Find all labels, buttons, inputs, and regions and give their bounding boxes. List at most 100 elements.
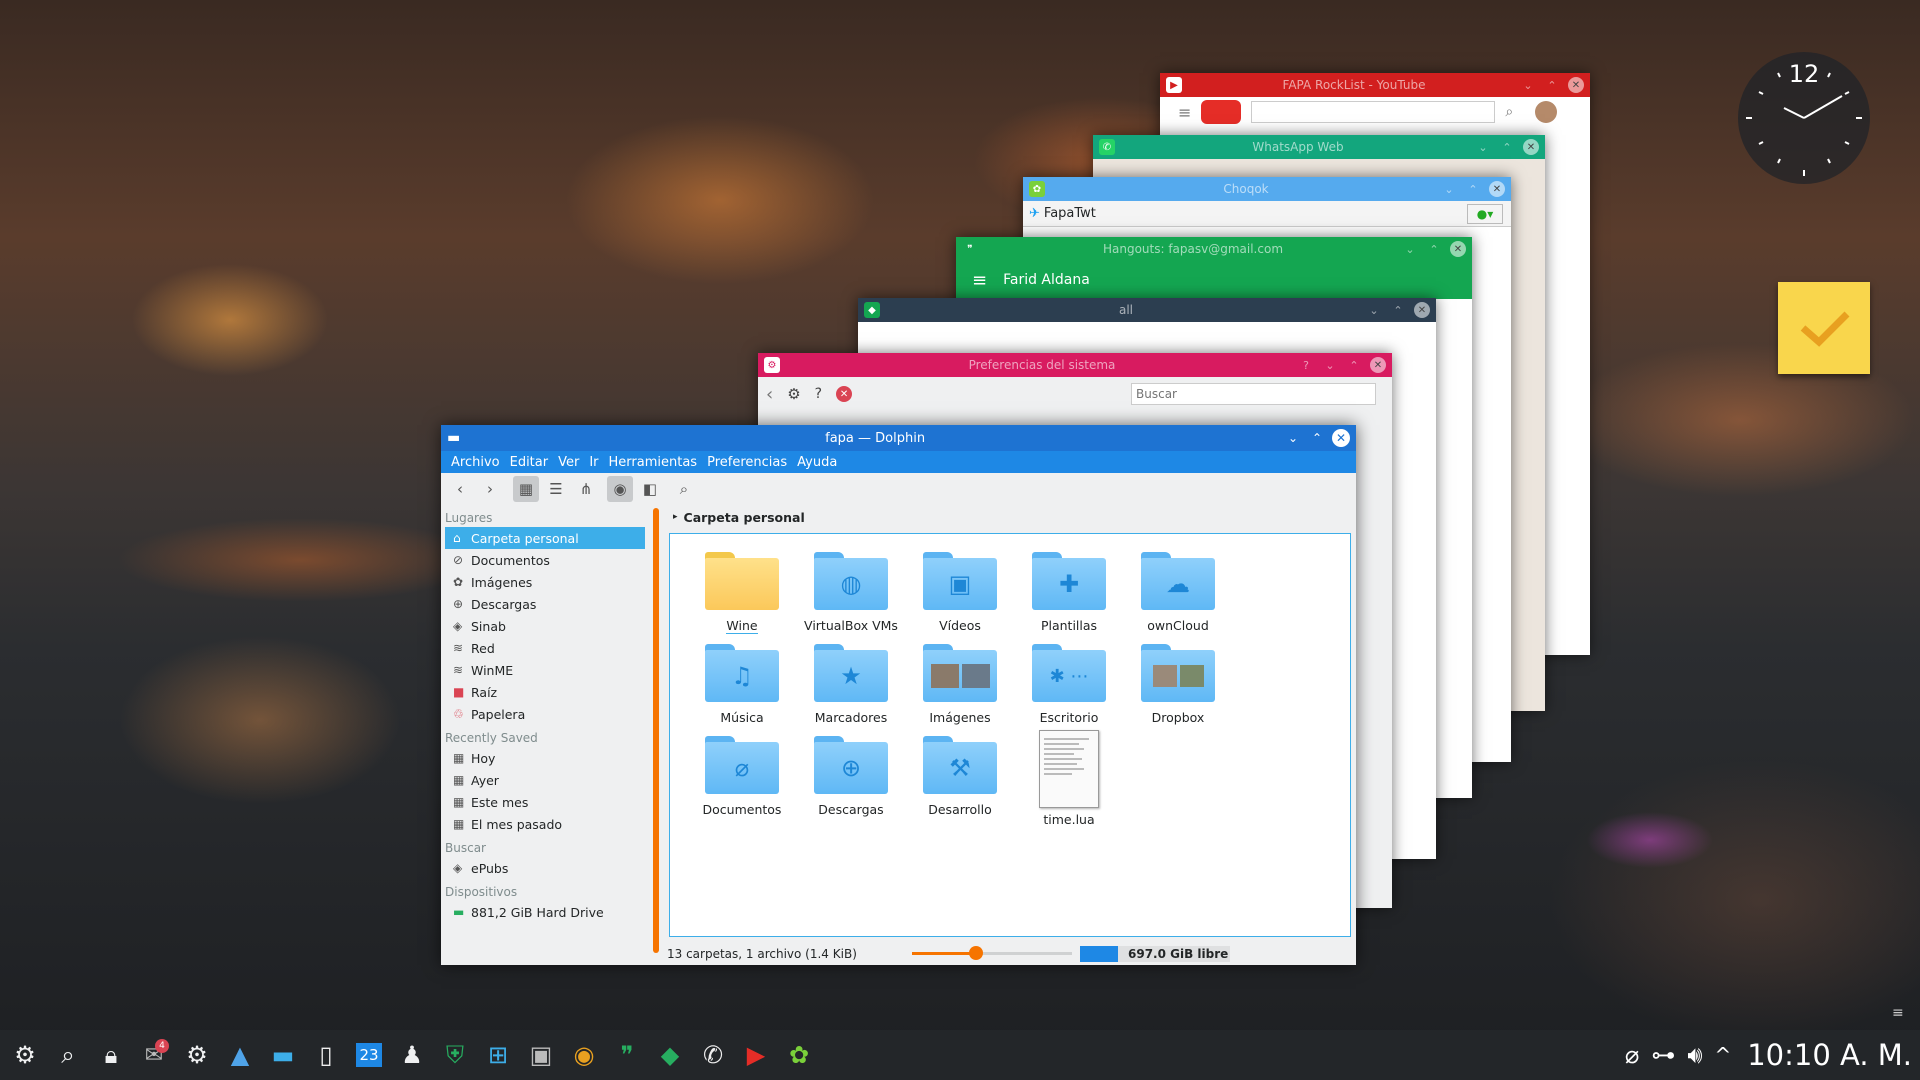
maximize-button[interactable]: ⌃ <box>1308 429 1326 447</box>
chevron-up-icon[interactable]: ^ <box>1714 1043 1731 1067</box>
whatsapp-titlebar[interactable]: ✆ WhatsApp Web ⌄ ⌃ ✕ <box>1093 135 1545 159</box>
file-item-pictures[interactable]: Imágenes <box>906 644 1014 725</box>
dolphin-folder-icon[interactable]: ▬ <box>262 1034 304 1076</box>
close-button[interactable]: ✕ <box>1370 357 1386 373</box>
back-icon[interactable]: ‹ <box>447 476 473 502</box>
prefs-search-input[interactable] <box>1131 383 1376 405</box>
help-icon[interactable]: ? <box>815 386 822 402</box>
dolphin-titlebar[interactable]: ▬ fapa — Dolphin ⌄ ⌃ ✕ <box>441 425 1356 451</box>
split-view-icon[interactable]: ◧ <box>637 476 663 502</box>
dolphin-window[interactable]: ▬ fapa — Dolphin ⌄ ⌃ ✕ Archivo Editar Ve… <box>441 425 1356 965</box>
virtualbox-icon[interactable]: ▣ <box>520 1034 562 1076</box>
shield-icon[interactable]: ⛨ <box>434 1034 476 1076</box>
sidebar-item-yesterday[interactable]: ▦ Ayer <box>445 769 645 791</box>
zoom-slider-handle[interactable] <box>969 946 983 960</box>
youtube-search-input[interactable] <box>1251 101 1496 123</box>
system-settings-icon[interactable]: ⚙ <box>176 1034 218 1076</box>
forward-icon[interactable]: › <box>477 476 503 502</box>
maximize-button[interactable]: ⌃ <box>1499 139 1515 155</box>
mail-icon[interactable]: ✉ 4 <box>133 1034 175 1076</box>
file-item-dropbox[interactable]: Dropbox <box>1124 644 1232 725</box>
minimize-button[interactable]: ⌄ <box>1402 241 1418 257</box>
breadcrumb[interactable]: ▸ Carpeta personal <box>667 505 1356 529</box>
tree-view-icon[interactable]: ⋔ <box>573 476 599 502</box>
icons-view-icon[interactable]: ▦ <box>513 476 539 502</box>
back-icon[interactable]: ‹ <box>766 384 773 405</box>
file-item-documents[interactable]: ⌀ Documentos <box>688 736 796 817</box>
sidebar-item-trash[interactable]: ♲ Papelera <box>445 703 645 725</box>
hangouts-contact-name[interactable]: Farid Aldana <box>1003 272 1090 288</box>
file-item-templates[interactable]: ✚ Plantillas <box>1015 552 1123 633</box>
search-icon[interactable]: ⌕ <box>671 476 697 502</box>
search-icon[interactable]: ⌕ <box>47 1034 89 1076</box>
taskbar-clock[interactable]: 10:10 A. M. <box>1747 1038 1912 1072</box>
status-dropdown[interactable]: ●▾ <box>1467 203 1503 224</box>
sidebar-item-sinab[interactable]: ◈ Sinab <box>445 615 645 637</box>
sidebar-scrollbar[interactable] <box>653 508 659 953</box>
choqok-titlebar[interactable]: ✿ Choqok ⌄ ⌃ ✕ <box>1023 177 1511 201</box>
feed-reader-icon[interactable]: ◆ <box>649 1034 691 1076</box>
file-item-virtualbox[interactable]: ◍ VirtualBox VMs <box>797 552 905 633</box>
maximize-button[interactable]: ⌃ <box>1426 241 1442 257</box>
file-item-development[interactable]: ⚒ Desarrollo <box>906 736 1014 817</box>
sidebar-item-epubs[interactable]: ◈ ePubs <box>445 857 645 879</box>
menu-ir[interactable]: Ir <box>584 455 603 470</box>
icon-view[interactable]: Wine ◍ VirtualBox VMs ▣ Vídeos ✚ Plantillas… <box>669 533 1351 937</box>
file-item-owncloud[interactable]: ☁ ownCloud <box>1124 552 1232 633</box>
close-button[interactable]: ✕ <box>1450 241 1466 257</box>
sidebar-item-hard-drive[interactable]: ▬ 881,2 GiB Hard Drive <box>445 901 645 923</box>
sidebar-item-network[interactable]: ≋ Red <box>445 637 645 659</box>
minimize-button[interactable]: ⌄ <box>1475 139 1491 155</box>
prefs-titlebar[interactable]: ⚙ Preferencias del sistema ? ⌄ ⌃ ✕ <box>758 353 1392 377</box>
hangouts-icon[interactable]: ❞ <box>606 1034 648 1076</box>
volume-icon[interactable]: 🔊︎ <box>1687 1041 1702 1069</box>
minimize-button[interactable]: ⌄ <box>1441 181 1457 197</box>
youtube-logo-icon[interactable] <box>1201 100 1242 124</box>
hangouts-titlebar[interactable]: ❞ Hangouts: fapasv@gmail.com ⌄ ⌃ ✕ <box>956 237 1472 261</box>
file-item-bookmarks[interactable]: ★ Marcadores <box>797 644 905 725</box>
maximize-button[interactable]: ⌃ <box>1465 181 1481 197</box>
calendar-icon[interactable]: 23 <box>348 1034 390 1076</box>
file-item-downloads[interactable]: ⊕ Descargas <box>797 736 905 817</box>
close-button[interactable]: ✕ <box>1332 429 1350 447</box>
close-button[interactable]: ✕ <box>1489 181 1505 197</box>
minimize-button[interactable]: ⌄ <box>1520 77 1536 93</box>
youtube-icon[interactable]: ▶ <box>735 1034 777 1076</box>
maximize-button[interactable]: ⌃ <box>1390 302 1406 318</box>
chrome-icon[interactable]: ◉ <box>563 1034 605 1076</box>
paperclip-icon[interactable]: ⌀ <box>1625 1041 1639 1069</box>
lock-icon[interactable]: 🔒︎ <box>90 1034 132 1076</box>
preview-eye-icon[interactable]: ◉ <box>607 476 633 502</box>
menu-archivo[interactable]: Archivo <box>446 455 505 470</box>
choqok-icon[interactable]: ✿ <box>778 1034 820 1076</box>
minimize-button[interactable]: ⌄ <box>1366 302 1382 318</box>
network-icon[interactable]: ⊶ <box>1651 1041 1675 1069</box>
hamburger-menu-icon[interactable]: ≡ <box>972 270 987 291</box>
file-item-wine[interactable]: Wine <box>688 552 796 634</box>
menu-preferencias[interactable]: Preferencias <box>702 455 792 470</box>
sidebar-item-root[interactable]: ■ Raíz <box>445 681 645 703</box>
contacts-icon[interactable]: ♟ <box>391 1034 433 1076</box>
choqok-account-tab[interactable]: FapaTwt <box>1044 206 1096 221</box>
hamburger-menu-icon[interactable]: ≡ <box>1178 103 1191 122</box>
youtube-titlebar[interactable]: ▶ FAPA RockList - YouTube ⌄ ⌃ ✕ <box>1160 73 1590 97</box>
gear-icon[interactable]: ⚙ <box>787 385 800 403</box>
network-manager-icon[interactable]: ⊞ <box>477 1034 519 1076</box>
document-icon[interactable]: ▯ <box>305 1034 347 1076</box>
all-titlebar[interactable]: ◆ all ⌄ ⌃ ✕ <box>858 298 1436 322</box>
close-button[interactable]: ✕ <box>1414 302 1430 318</box>
file-item-videos[interactable]: ▣ Vídeos <box>906 552 1014 633</box>
app-launcher-gear-icon[interactable]: ⚙ <box>4 1034 46 1076</box>
maximize-button[interactable]: ⌃ <box>1346 357 1362 373</box>
avatar[interactable] <box>1535 101 1558 123</box>
menu-herramientas[interactable]: Herramientas <box>604 455 703 470</box>
search-icon[interactable]: ⌕ <box>1505 104 1513 120</box>
sidebar-item-today[interactable]: ▦ Hoy <box>445 747 645 769</box>
file-item-music[interactable]: ♫ Música <box>688 644 796 725</box>
maximize-button[interactable]: ⌃ <box>1544 77 1560 93</box>
sidebar-item-pictures[interactable]: ✿ Imágenes <box>445 571 645 593</box>
menu-editar[interactable]: Editar <box>505 455 554 470</box>
close-button[interactable]: ✕ <box>1523 139 1539 155</box>
sidebar-item-last-month[interactable]: ▦ El mes pasado <box>445 813 645 835</box>
zoom-slider[interactable] <box>912 946 1072 960</box>
